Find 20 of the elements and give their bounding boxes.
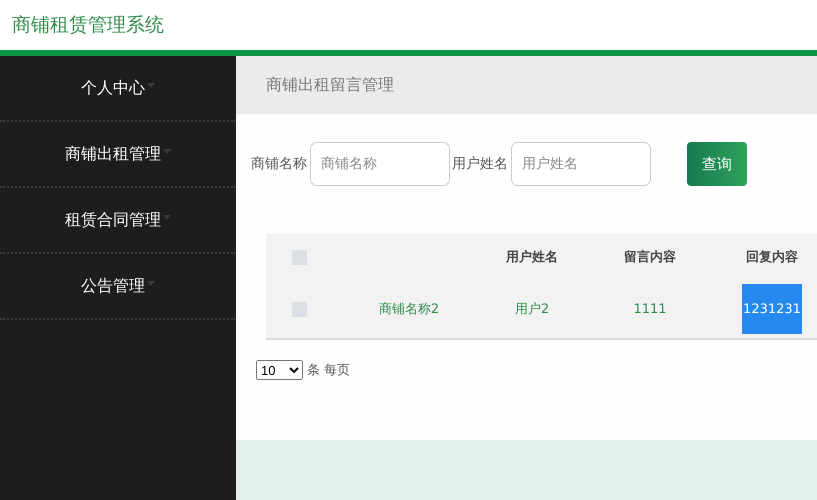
table-cell-text: 商铺名称2	[378, 301, 440, 318]
page-size-select[interactable]: 10	[256, 360, 303, 380]
column-header: 回复内容	[746, 248, 798, 266]
field-label: 用户姓名	[452, 155, 508, 173]
reply-tag: 1231231	[742, 284, 802, 334]
app-title: 商铺租赁管理系统	[12, 13, 164, 38]
column-header: 用户姓名	[506, 248, 558, 266]
search-button[interactable]: 查询	[687, 142, 747, 186]
search-field[interactable]: 用户姓名	[511, 142, 651, 186]
field-label: 商铺名称	[251, 155, 307, 173]
table-cell: 1111	[633, 302, 667, 316]
page-size-label: 条 每页	[307, 362, 350, 379]
caret-icon	[163, 214, 171, 220]
column-header: 留言内容	[624, 248, 676, 266]
table-cell-text: 用户2	[514, 301, 550, 318]
breadcrumb: 商铺出租留言管理	[266, 74, 394, 96]
caret-icon	[147, 280, 155, 286]
caret-icon	[163, 148, 171, 154]
caret-icon	[147, 82, 155, 88]
search-field[interactable]: 商铺名称	[310, 142, 450, 186]
